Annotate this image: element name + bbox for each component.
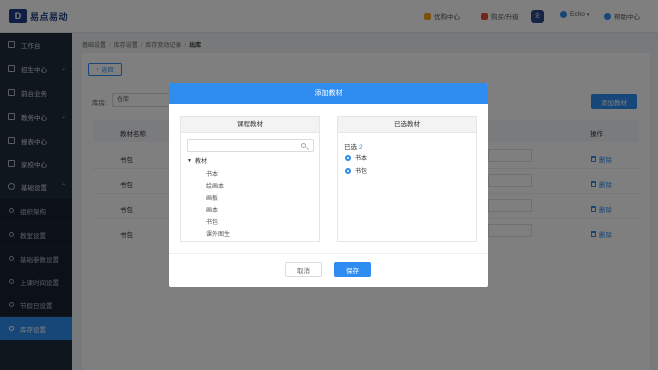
caret-down-icon: ▼ — [187, 157, 192, 164]
selected-material-panel: 已选教材 已选 2 书本 书包 — [337, 116, 477, 242]
selected-count: 已选 2 — [344, 141, 363, 151]
course-material-title: 课程教材 — [181, 117, 319, 133]
cancel-button[interactable]: 取消 — [285, 262, 322, 277]
dialog-footer-divider — [169, 253, 488, 254]
selected-item-label: 书本 — [355, 156, 368, 162]
search-icon — [301, 143, 306, 148]
tree-item[interactable]: 画板 — [206, 193, 218, 202]
selected-item[interactable]: 书包 — [345, 166, 367, 175]
selected-count-label: 已选 — [344, 144, 357, 151]
tree-item[interactable]: 绘画本 — [206, 181, 224, 190]
check-circle-icon — [345, 154, 351, 161]
selected-item[interactable]: 书本 — [345, 153, 367, 162]
course-material-panel: 课程教材 ▼ 教材 书本 绘画本 画板 画本 书包 课外图生 — [180, 116, 320, 242]
search-input[interactable] — [187, 139, 314, 152]
tree-item[interactable]: 课外图生 — [206, 229, 230, 238]
tree-item[interactable]: 书包 — [206, 217, 218, 226]
tree-root-label: 教材 — [194, 159, 207, 165]
selected-material-title: 已选教材 — [338, 117, 476, 133]
tree-item[interactable]: 书本 — [206, 169, 218, 178]
add-material-dialog: 添加教材 课程教材 ▼ 教材 书本 绘画本 画板 画本 书包 课外图生 已选教材… — [169, 83, 488, 287]
selected-count-number: 2 — [359, 144, 363, 151]
selected-item-label: 书包 — [355, 169, 368, 175]
tree-item[interactable]: 画本 — [206, 205, 218, 214]
tree-root[interactable]: ▼ 教材 — [187, 156, 207, 166]
check-circle-icon — [345, 167, 351, 174]
dialog-title: 添加教材 — [169, 83, 488, 104]
save-button[interactable]: 保存 — [334, 262, 371, 277]
